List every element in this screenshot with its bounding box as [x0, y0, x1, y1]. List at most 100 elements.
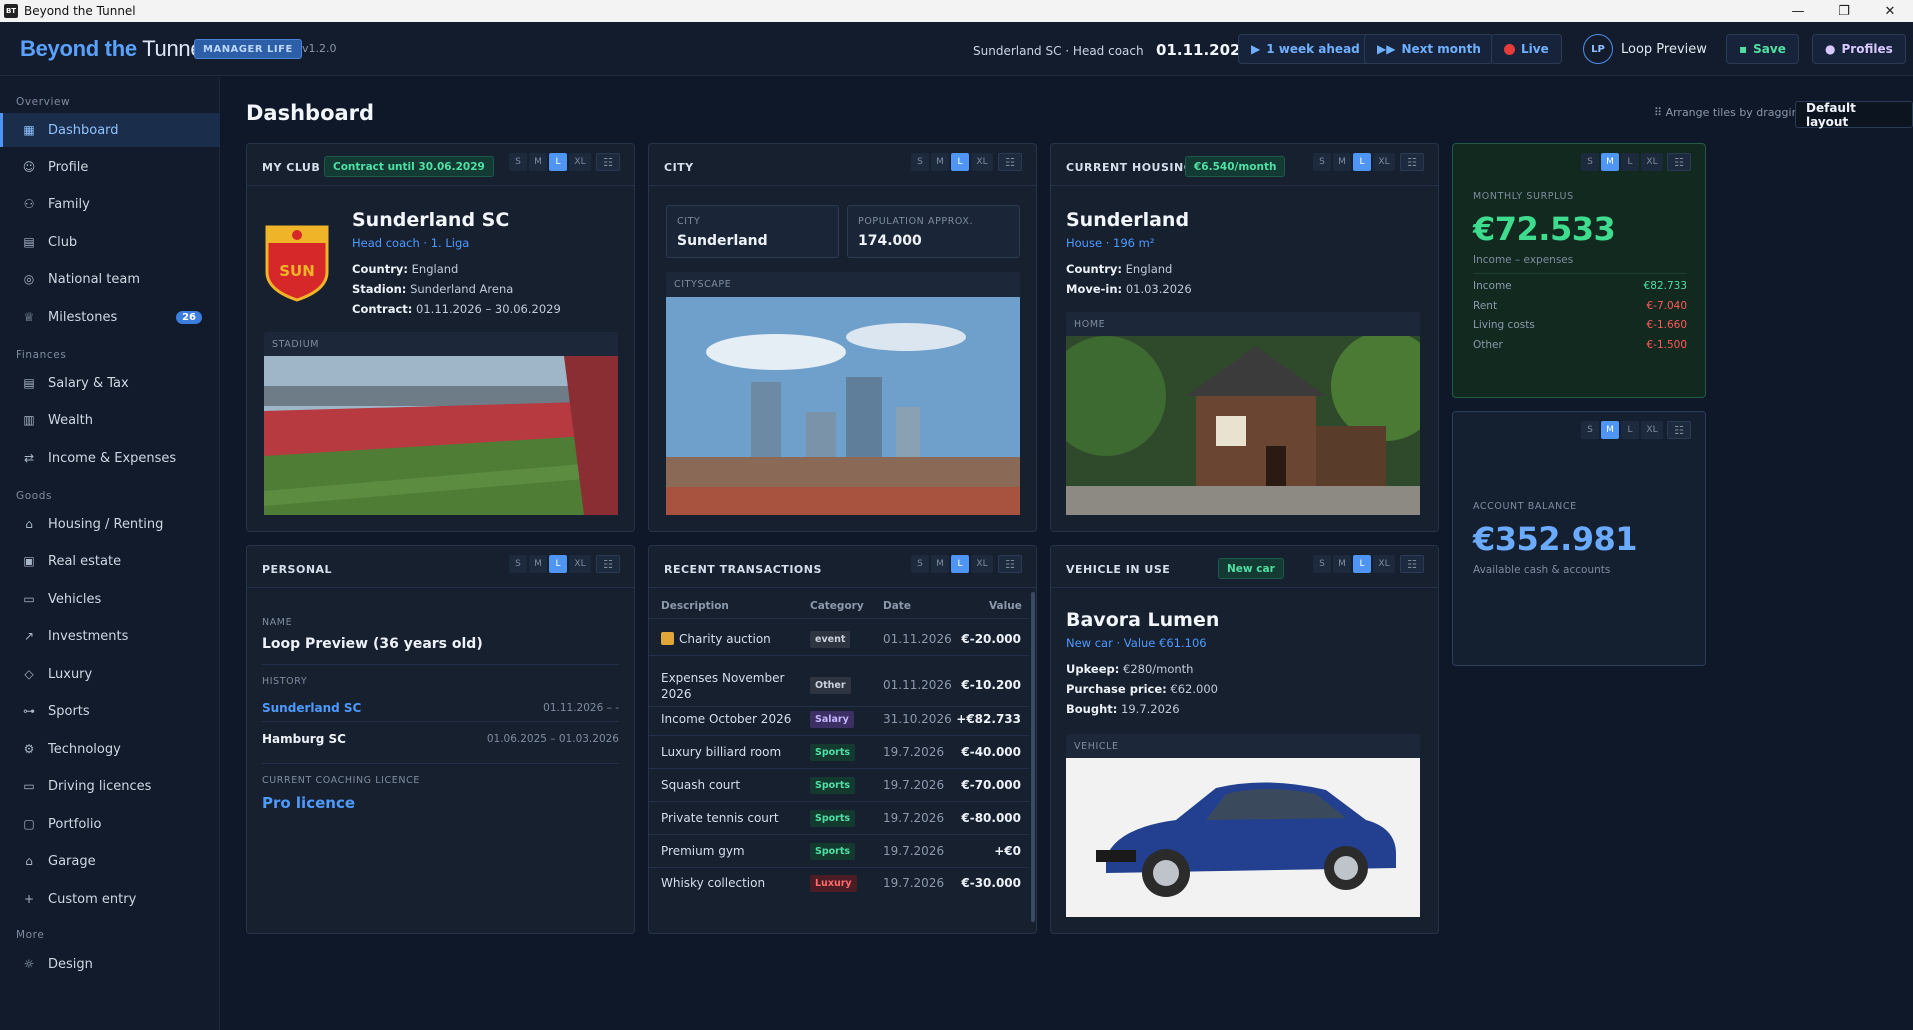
scrollbar[interactable] — [1031, 592, 1035, 922]
vehicle-image — [1066, 758, 1420, 917]
size-l-button[interactable]: L — [1621, 153, 1639, 171]
size-l-button[interactable]: L — [1353, 153, 1371, 171]
drag-handle-icon[interactable]: ☷ — [1400, 153, 1424, 171]
next-month-button[interactable]: ▶▶ Next month — [1364, 34, 1494, 64]
size-s-button[interactable]: S — [1313, 555, 1331, 573]
sidebar-item-sports[interactable]: ⊶ Sports — [0, 694, 220, 728]
history-period: 01.11.2026 – - — [543, 702, 619, 714]
size-xl-button[interactable]: XL — [569, 153, 591, 171]
sidebar-item-milestones[interactable]: ♕ Milestones 26 — [0, 300, 220, 334]
size-m-button[interactable]: M — [931, 153, 949, 171]
rent-tag: €6.540/month — [1185, 156, 1286, 177]
save-button[interactable]: ▪ Save — [1726, 34, 1799, 64]
media-label: HOME — [1074, 319, 1106, 330]
drag-handle-icon[interactable]: ☷ — [596, 555, 620, 573]
maximize-icon[interactable]: ❐ — [1821, 0, 1867, 22]
sidebar-item-custom-entry[interactable]: + Custom entry — [0, 882, 220, 916]
size-s-button[interactable]: S — [1313, 153, 1331, 171]
sidebar-item-real-estate[interactable]: ▣ Real estate — [0, 544, 220, 578]
drag-handle-icon[interactable]: ☷ — [1667, 421, 1691, 439]
globe-icon: ◎ — [23, 272, 35, 286]
week-ahead-button[interactable]: ▶ 1 week ahead — [1238, 34, 1373, 64]
size-m-button[interactable]: M — [1333, 153, 1351, 171]
profiles-button[interactable]: ● Profiles — [1812, 34, 1906, 64]
transactions-card: RECENT TRANSACTIONS S M L XL ☷ Descripti… — [648, 545, 1037, 934]
size-xl-button[interactable]: XL — [1641, 153, 1663, 171]
sidebar-item-profile[interactable]: ☺ Profile — [0, 150, 220, 184]
sidebar-item-garage[interactable]: ⌂ Garage — [0, 844, 220, 878]
app-header: Beyond the Tunnel MANAGER LIFE v1.2.0 Su… — [0, 22, 1913, 76]
size-m-button[interactable]: M — [931, 555, 949, 573]
surplus-row-value: €-1.500 — [1646, 339, 1687, 351]
size-l-button[interactable]: L — [549, 153, 567, 171]
club-role-label: Sunderland SC · Head coach — [973, 44, 1144, 58]
size-xl-button[interactable]: XL — [569, 555, 591, 573]
size-xl-button[interactable]: XL — [971, 153, 993, 171]
size-l-button[interactable]: L — [1621, 421, 1639, 439]
size-s-button[interactable]: S — [509, 153, 527, 171]
user-icon: ☺ — [22, 160, 36, 174]
size-l-button[interactable]: L — [951, 153, 969, 171]
drag-handle-icon[interactable]: ☷ — [1667, 153, 1691, 171]
club-stadium: Stadion: Sunderland Arena — [352, 282, 514, 296]
size-m-button[interactable]: M — [529, 555, 547, 573]
size-s-button[interactable]: S — [509, 555, 527, 573]
close-icon[interactable]: ✕ — [1867, 0, 1913, 22]
drag-handle-icon[interactable]: ☷ — [596, 153, 620, 171]
balance-sub: Available cash & accounts — [1473, 564, 1611, 576]
size-l-button[interactable]: L — [1353, 555, 1371, 573]
column-header[interactable]: Value — [989, 600, 1022, 612]
sidebar-item-portfolio[interactable]: ▢ Portfolio — [0, 807, 220, 841]
sidebar-item-wealth[interactable]: ▥ Wealth — [0, 403, 220, 437]
sidebar-item-income-expenses[interactable]: ⇄ Income & Expenses — [0, 441, 220, 475]
card-title: PERSONAL — [262, 563, 333, 576]
size-s-button[interactable]: S — [1581, 421, 1599, 439]
housing-name: Sunderland — [1066, 209, 1190, 231]
drag-handle-icon[interactable]: ☷ — [998, 555, 1022, 573]
size-l-button[interactable]: L — [549, 555, 567, 573]
population-stat: POPULATION APPROX. 174.000 — [847, 205, 1020, 258]
drag-handle-icon[interactable]: ☷ — [998, 153, 1022, 171]
transaction-description: Squash court — [661, 778, 741, 792]
transaction-date: 19.7.2026 — [883, 811, 945, 825]
size-xl-button[interactable]: XL — [1641, 421, 1663, 439]
column-header[interactable]: Category — [810, 600, 864, 612]
sidebar-item-dashboard[interactable]: ▦ Dashboard — [0, 113, 220, 147]
home-image — [1066, 336, 1420, 515]
history-club[interactable]: Sunderland SC — [262, 701, 361, 715]
drag-handle-icon[interactable]: ☷ — [1400, 555, 1424, 573]
minimize-icon[interactable]: — — [1775, 0, 1821, 22]
car-icon: ▭ — [23, 592, 35, 606]
column-header[interactable]: Date — [883, 600, 911, 612]
sidebar-item-family[interactable]: ⚇ Family — [0, 187, 220, 221]
size-l-button[interactable]: L — [951, 555, 969, 573]
size-s-button[interactable]: S — [911, 153, 929, 171]
sidebar-item-vehicles[interactable]: ▭ Vehicles — [0, 582, 220, 616]
sidebar-item-investments[interactable]: ↗ Investments — [0, 619, 220, 653]
sidebar-item-design[interactable]: ☼ Design — [0, 947, 220, 981]
size-m-button[interactable]: M — [1601, 421, 1619, 439]
sidebar-item-driving-licences[interactable]: ▭ Driving licences — [0, 769, 220, 803]
sidebar-item-salary-tax[interactable]: ▤ Salary & Tax — [0, 366, 220, 400]
size-s-button[interactable]: S — [1581, 153, 1599, 171]
live-button[interactable]: Live — [1491, 34, 1562, 64]
sidebar-item-national-team[interactable]: ◎ National team — [0, 262, 220, 296]
size-xl-button[interactable]: XL — [1373, 555, 1395, 573]
size-m-button[interactable]: M — [1333, 555, 1351, 573]
sidebar-item-luxury[interactable]: ◇ Luxury — [0, 657, 220, 691]
sidebar-item-club[interactable]: ▤ Club — [0, 225, 220, 259]
brand-logo[interactable]: Beyond the Tunnel — [20, 36, 207, 62]
bar-chart-icon: ▥ — [23, 413, 35, 427]
club-contract: Contract: 01.11.2026 – 30.06.2029 — [352, 302, 561, 316]
column-header[interactable]: Description — [661, 600, 729, 612]
sidebar-item-housing[interactable]: ⌂ Housing / Renting — [0, 507, 220, 541]
size-m-button[interactable]: M — [529, 153, 547, 171]
size-m-button[interactable]: M — [1601, 153, 1619, 171]
user-menu[interactable]: LP Loop Preview — [1583, 34, 1707, 64]
size-xl-button[interactable]: XL — [1373, 153, 1395, 171]
sidebar-item-technology[interactable]: ⚙ Technology — [0, 732, 220, 766]
history-club[interactable]: Hamburg SC — [262, 732, 346, 746]
default-layout-button[interactable]: Default layout — [1795, 101, 1913, 129]
size-s-button[interactable]: S — [911, 555, 929, 573]
size-xl-button[interactable]: XL — [971, 555, 993, 573]
